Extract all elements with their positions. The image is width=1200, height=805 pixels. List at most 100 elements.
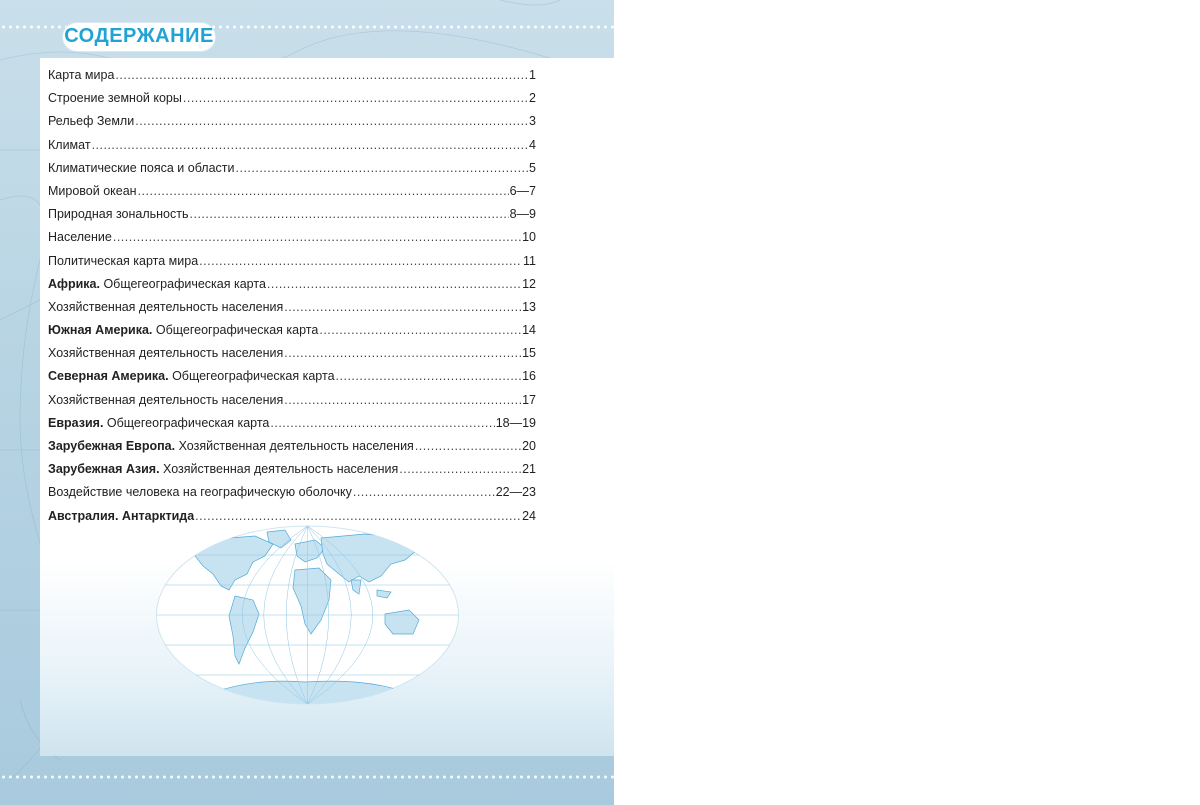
toc-entry-text: Карта мира [48,68,115,82]
world-map-illustration [156,525,459,705]
toc-entry-text: Население [48,230,112,245]
toc-entry: Мировой океан 6—7 [48,180,536,203]
toc-leader-dots [236,157,529,180]
toc-entry-title: Рельеф Земли [48,110,134,133]
toc-entry-title: Зарубежная Азия. Хозяйственная деятельно… [48,458,398,481]
toc-entry: Карта мира 1 [48,64,536,87]
toc-entry: Хозяйственная деятельность населения 13 [48,296,536,319]
contents-title: СОДЕРЖАНИЕ [64,25,214,47]
toc-entry: Северная Америка. Общегеографическая кар… [48,365,536,388]
toc-entry: Рельеф Земли 3 [48,110,536,133]
toc-entry-title: Южная Америка. Общегеографическая карта [48,319,318,342]
toc-leader-dots [353,481,495,504]
toc-entry-text: Хозяйственная деятельность населения [159,462,399,477]
toc-leader-dots [267,273,521,296]
toc-entry-text: Общегеографическая карта [168,369,335,384]
toc-entry-region: Африка. [48,276,100,291]
toc-leader-dots [319,319,521,342]
toc-leader-dots [199,250,522,273]
toc-entry: Зарубежная Азия. Хозяйственная деятельно… [48,458,536,481]
toc-page-number: 16 [522,369,536,384]
toc-entry: Южная Америка. Общегеографическая карта 1… [48,319,536,342]
toc-page-number: 21 [522,462,536,477]
toc-entry: Хозяйственная деятельность населения 17 [48,389,536,412]
toc-page-number: 10 [522,230,536,245]
toc-page-number: 5 [529,160,536,175]
toc-entry: Африка. Общегеографическая карта 12 [48,273,536,296]
toc-leader-dots [270,412,494,435]
toc-leader-dots [138,180,509,203]
toc-entry-title: Природная зональность [48,203,189,226]
toc-entry-text: Хозяйственная деятельность населения [48,346,284,361]
toc-page-number: 17 [522,392,536,407]
toc-page-number: 12 [522,276,536,291]
toc-entry: Хозяйственная деятельность населения 15 [48,342,536,365]
toc-entry-title: Хозяйственная деятельность населения [48,389,283,412]
toc-page-number: 14 [522,323,536,338]
bottom-dotted-border [0,775,614,779]
toc-entry-text: Мировой океан [48,183,137,198]
toc-leader-dots [284,389,521,412]
toc-entry-region: Австралия. Антарктида [48,508,195,523]
toc-page-number: 3 [529,114,536,129]
contents-title-badge: СОДЕРЖАНИЕ [63,23,215,51]
toc-entry: Строение земной коры 2 [48,87,536,110]
toc-entry-region: Северная Америка. [48,369,169,384]
toc-entry-region: Южная Америка. [48,323,153,338]
toc-entry-text: Воздействие человека на географическую о… [48,485,352,500]
toc-entry-text: Строение земной коры [48,91,182,106]
toc-entry-text: Общегеографическая карта [152,323,319,338]
toc-entry-text: Политическая карта мира [48,253,199,268]
toc-entry-title: Карта мира [48,64,114,87]
toc-leader-dots [92,134,528,157]
toc-entry-text: Хозяйственная деятельность населения [48,392,284,407]
toc-page-number: 11 [523,253,536,268]
toc-entry-title: Воздействие человека на географическую о… [48,481,352,504]
toc-entry-region: Зарубежная Азия. [48,462,160,477]
toc-page-number: 4 [529,137,536,152]
toc-page-number: 1 [529,68,536,82]
toc-entry-text: Климатические пояса и области [48,160,235,175]
table-of-contents: Карта мира 1 Строение земной коры 2 Рельеф З… [48,64,536,528]
toc-entry-title: Зарубежная Европа. Хозяйственная деятель… [48,435,414,458]
toc-page-number: 6—7 [509,183,536,198]
toc-leader-dots [415,435,521,458]
toc-entry: Климатические пояса и области 5 [48,157,536,180]
toc-leader-dots [399,458,521,481]
toc-entry-title: Мировой океан [48,180,137,203]
toc-entry-text: Хозяйственная деятельность населения [48,299,284,314]
toc-entry: Население 10 [48,226,536,249]
toc-page-number: 13 [522,299,536,314]
toc-entry-text: Хозяйственная деятельность населения [175,439,414,453]
toc-page-number: 18—19 [495,415,536,430]
toc-entry-text: Рельеф Земли [48,114,135,129]
toc-page-number: 22—23 [495,485,536,500]
toc-entry-title: Евразия. Общегеографическая карта [48,412,269,435]
toc-entry: Политическая карта мира 11 [48,250,536,273]
toc-entry-text: Общегеографическая карта [99,276,266,291]
toc-page-number: 15 [522,346,536,361]
toc-leader-dots [115,64,528,87]
toc-entry: Евразия. Общегеографическая карта 18—19 [48,412,536,435]
toc-entry: Воздействие человека на географическую о… [48,481,536,504]
toc-entry: Природная зональность 8—9 [48,203,536,226]
toc-entry-title: Население [48,226,112,249]
toc-leader-dots [113,226,521,249]
toc-leader-dots [284,296,521,319]
toc-entry-title: Северная Америка. Общегеографическая кар… [48,365,335,388]
toc-page-number: 24 [522,508,536,523]
toc-leader-dots [190,203,509,226]
toc-entry-text: Природная зональность [48,207,189,222]
toc-entry-title: Климатические пояса и области [48,157,235,180]
toc-entry-region: Евразия. [48,415,104,430]
toc-leader-dots [336,365,522,388]
toc-leader-dots [135,110,528,133]
toc-entry-region: Зарубежная Европа. [48,439,176,453]
toc-entry-title: Политическая карта мира [48,250,198,273]
blank-page [614,0,1200,805]
toc-page-number: 8—9 [509,207,536,222]
toc-entry-title: Хозяйственная деятельность населения [48,342,283,365]
toc-entry-text: Общегеографическая карта [103,415,270,430]
toc-leader-dots [183,87,528,110]
toc-entry-title: Хозяйственная деятельность населения [48,296,283,319]
